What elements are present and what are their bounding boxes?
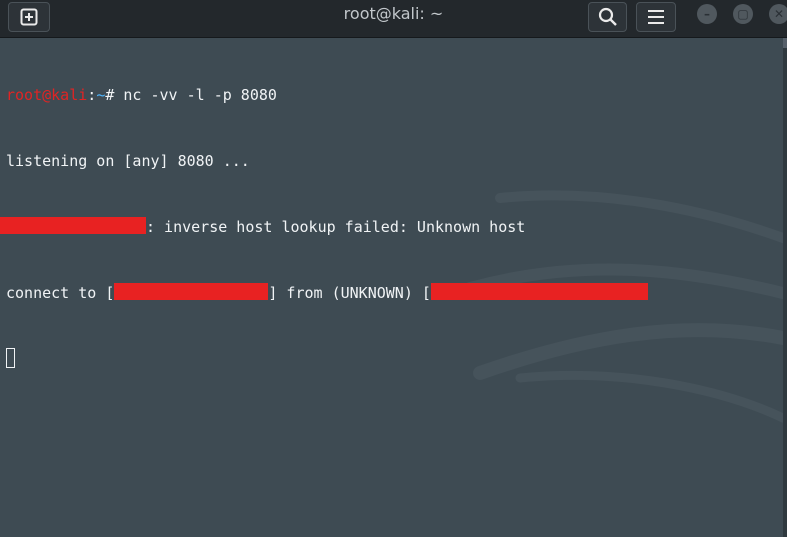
maximize-icon: ▢ (737, 7, 749, 21)
redaction-box (114, 283, 269, 300)
close-icon: ✕ (773, 7, 785, 21)
terminal-area[interactable]: root@kali:~# nc -vv -l -p 8080 listening… (0, 38, 783, 537)
output-line: listening on [any] 8080 ... (6, 150, 648, 172)
minimize-icon: – (704, 7, 710, 21)
prompt-user: root@kali (6, 86, 88, 104)
menu-button[interactable] (636, 2, 676, 32)
redaction-box (0, 217, 146, 234)
title-bar: root@kali: ~ – ▢ ✕ (0, 0, 787, 38)
text-cursor (6, 348, 15, 368)
prompt-path: ~ (96, 86, 106, 104)
minimize-button[interactable]: – (697, 4, 717, 24)
command-text: nc -vv -l -p 8080 (123, 86, 277, 104)
cursor-line (6, 348, 648, 370)
maximize-button[interactable]: ▢ (733, 4, 753, 24)
output-line: : inverse host lookup failed: Unknown ho… (0, 216, 648, 238)
hamburger-menu-icon (648, 10, 664, 24)
scrollbar-thumb[interactable] (783, 38, 787, 48)
terminal-output: root@kali:~# nc -vv -l -p 8080 listening… (0, 40, 648, 414)
search-icon (598, 7, 617, 26)
close-button[interactable]: ✕ (769, 4, 787, 24)
redaction-box (430, 283, 648, 300)
listening-text: listening on [any] 8080 ... (6, 152, 250, 170)
search-button[interactable] (588, 2, 627, 32)
connect-mid-text: ] from (UNKNOWN) [ (268, 284, 431, 302)
output-line: connect to [ ] from (UNKNOWN) [ (6, 282, 648, 304)
connect-prefix-text: connect to [ (6, 284, 115, 302)
lookup-failed-text: : inverse host lookup failed: Unknown ho… (146, 218, 526, 236)
prompt-line: root@kali:~# nc -vv -l -p 8080 (6, 84, 648, 106)
prompt-symbol: # (105, 86, 124, 104)
scrollbar[interactable] (783, 38, 787, 537)
prompt-separator: : (87, 86, 97, 104)
